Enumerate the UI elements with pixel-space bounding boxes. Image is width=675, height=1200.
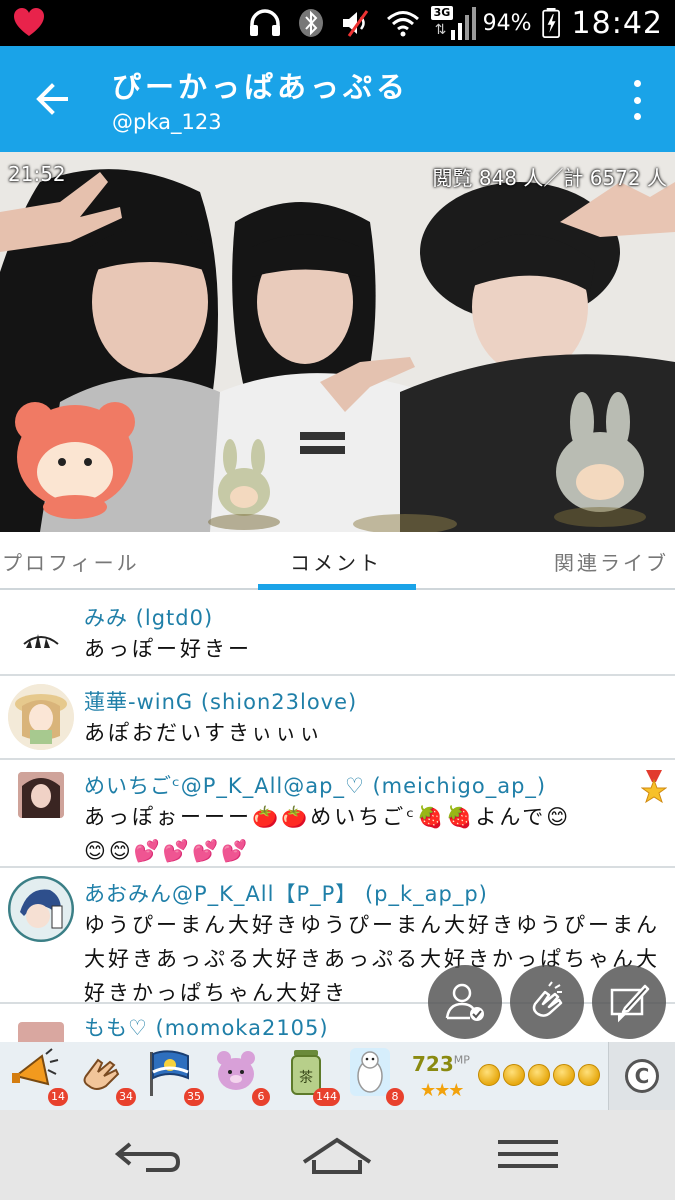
viewer-count: 閲覧 848 人／計 6572 人: [432, 166, 667, 190]
live-video[interactable]: 21:52 閲覧 848 人／計 6572 人: [0, 152, 675, 532]
mp-points: 723MP: [412, 1052, 470, 1076]
broadcaster-handle: @pka_123: [112, 110, 222, 134]
avatar[interactable]: [8, 684, 74, 750]
gift-clap[interactable]: 34: [76, 1046, 136, 1106]
coin-row: [478, 1064, 600, 1086]
tab-comments[interactable]: コメント: [290, 532, 382, 590]
gift-count: 14: [48, 1088, 68, 1106]
back-icon[interactable]: [112, 1132, 182, 1178]
photo-avatar-icon: [18, 772, 64, 818]
c-button-area: C: [608, 1042, 675, 1110]
app-header: ぴーかっぱあっぷる @pka_123: [0, 46, 675, 152]
clap-hands-icon: [532, 981, 563, 1017]
comment-list[interactable]: みみ (lgtd0) あっぽー好きー 蓮華-winG (shion23love)…: [0, 592, 675, 1042]
status-bar: 3G ⇅ 94% 18:42: [0, 0, 675, 46]
battery-percent: 94%: [482, 10, 532, 36]
broadcaster-name: ぴーかっぱあっぷる: [112, 70, 410, 104]
gift-tea[interactable]: 茶 144: [280, 1046, 340, 1106]
wifi-icon: [386, 11, 419, 37]
coin-icon: [478, 1064, 500, 1086]
gift-count: 144: [313, 1088, 340, 1106]
gift-megaphone[interactable]: 14: [8, 1046, 68, 1106]
adidas-logo-icon: [23, 634, 59, 648]
live-elapsed-time: 21:52: [8, 162, 66, 186]
avatar[interactable]: [8, 600, 74, 666]
signal-icon: 3G ⇅: [430, 6, 476, 40]
pencil-edit-icon: [610, 984, 650, 1023]
comment-item: みみ (lgtd0) あっぽー好きー: [0, 592, 675, 676]
svg-text:茶: 茶: [299, 1070, 313, 1086]
comment-text: あっぽー好きー: [84, 637, 252, 661]
coin-icon: [528, 1064, 550, 1086]
gift-count: 8: [386, 1088, 404, 1106]
comment-text: あっぽぉーーー🍅🍅めいちごᶜ🍓🍓よんで😊😊😊💕💕💕💕: [84, 805, 572, 863]
home-icon[interactable]: [302, 1132, 372, 1178]
gift-count: 34: [116, 1088, 136, 1106]
anime-avatar-icon: [8, 876, 74, 942]
follow-button[interactable]: [428, 965, 502, 1039]
comment-author[interactable]: 蓮華-winG (shion23love): [84, 686, 357, 716]
gift-bear[interactable]: 6: [210, 1046, 270, 1106]
mp-unit: MP: [453, 1053, 470, 1067]
mute-icon: [342, 10, 368, 37]
comment-author[interactable]: めいちごᶜ@P_K_All@ap_♡ (meichigo_ap_): [84, 770, 546, 800]
rank-stars: ★★★: [420, 1080, 464, 1101]
clock: 18:42: [571, 5, 663, 41]
avatar[interactable]: [18, 772, 64, 818]
bluetooth-icon: [298, 9, 323, 37]
data-arrows-icon: ⇅: [434, 22, 447, 38]
gift-flag[interactable]: 35: [144, 1046, 204, 1106]
coin-icon: [503, 1064, 525, 1086]
c-button[interactable]: C: [625, 1059, 659, 1093]
tab-bar: プロフィール コメント 関連ライブ: [0, 532, 675, 590]
battery-icon: [541, 8, 560, 38]
coin-icon: [578, 1064, 600, 1086]
clap-button[interactable]: [510, 965, 584, 1039]
headphones-icon: [249, 9, 280, 36]
comment-item: めいちごᶜ@P_K_All@ap_♡ (meichigo_ap_) あっぽぉーー…: [0, 760, 675, 868]
comment-text: あぽおだいすきぃぃぃ: [84, 721, 324, 745]
overflow-menu-icon[interactable]: [629, 80, 645, 120]
user-check-icon: [445, 983, 484, 1021]
video-frame: [0, 152, 675, 532]
heart-icon: [14, 8, 44, 36]
comment-author[interactable]: みみ (lgtd0): [84, 602, 213, 632]
medal-badge-icon: [641, 770, 667, 804]
comment-author[interactable]: もも♡ (momoka2105): [84, 1012, 329, 1042]
tab-profile[interactable]: プロフィール: [2, 532, 140, 590]
compose-comment-button[interactable]: [592, 965, 666, 1039]
avatar[interactable]: [18, 1022, 64, 1042]
mp-value: 723: [412, 1052, 454, 1076]
menu-icon[interactable]: [494, 1132, 564, 1178]
avatar[interactable]: [8, 876, 74, 942]
back-arrow-icon[interactable]: [30, 76, 76, 122]
active-tab-indicator: [258, 584, 416, 590]
gift-count: 6: [252, 1088, 270, 1106]
coin-icon: [553, 1064, 575, 1086]
system-nav-bar: [0, 1110, 675, 1200]
gift-polar-bear[interactable]: 8: [344, 1046, 404, 1106]
comment-item: 蓮華-winG (shion23love) あぽおだいすきぃぃぃ: [0, 676, 675, 760]
anime-girl-avatar-icon: [8, 684, 74, 750]
gift-count: 35: [184, 1088, 204, 1106]
tab-related-live[interactable]: 関連ライブ: [554, 532, 669, 590]
comment-author[interactable]: あおみん@P_K_All【P_P】 (p_k_ap_p): [84, 878, 488, 908]
